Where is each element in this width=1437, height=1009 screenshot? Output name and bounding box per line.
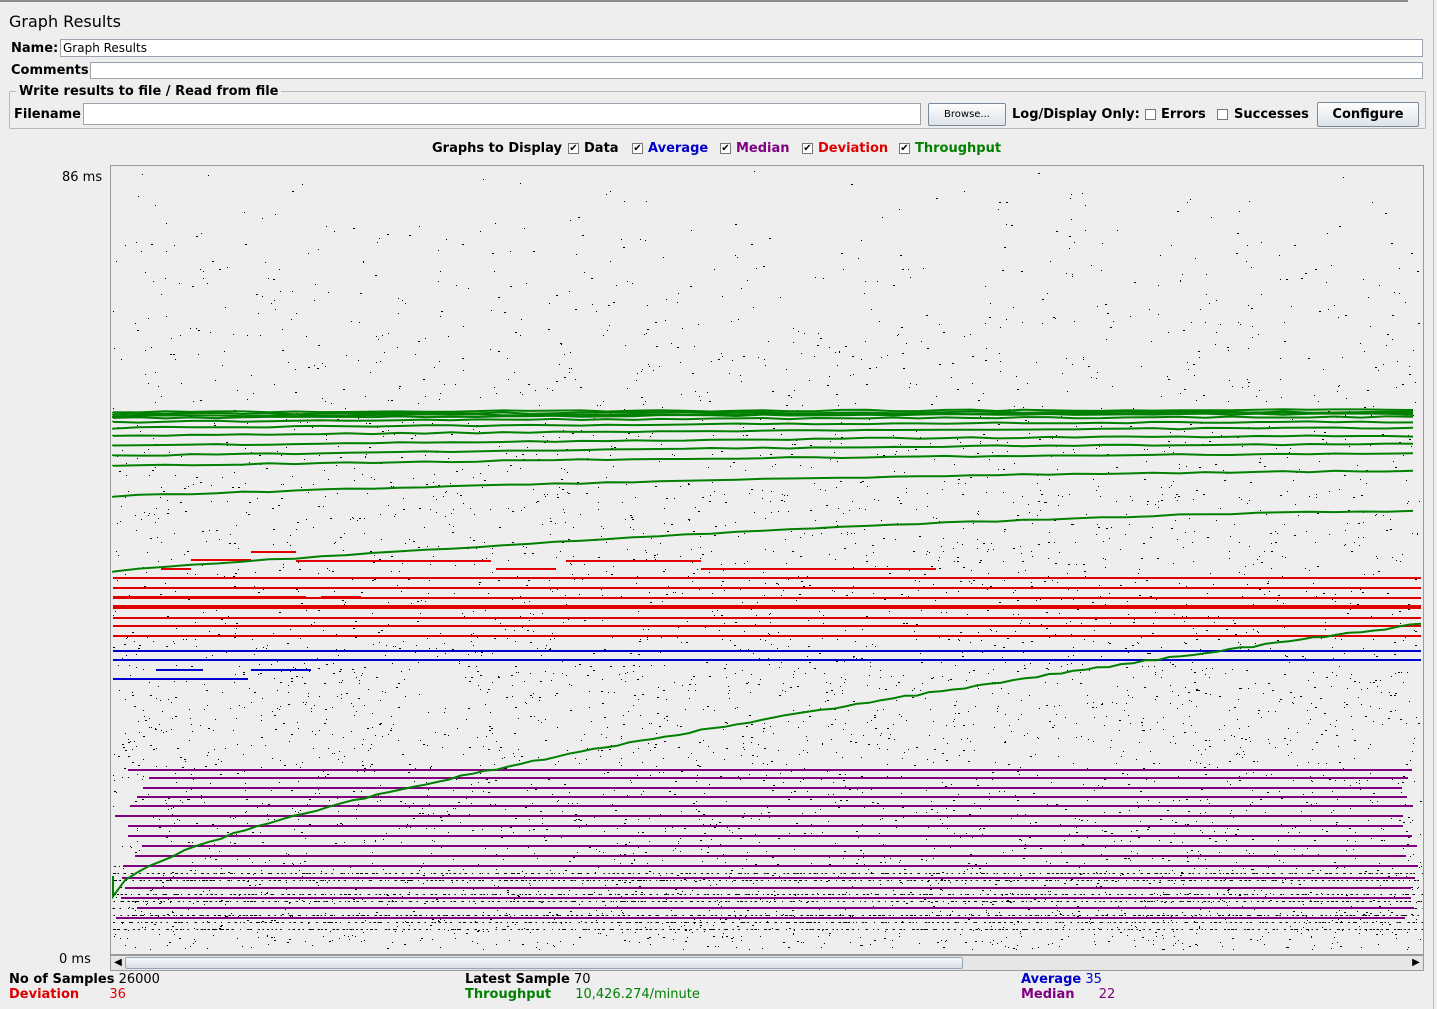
latest-sample-value: 70 bbox=[573, 972, 591, 987]
average-checkbox[interactable]: ✔ bbox=[632, 143, 643, 154]
name-label: Name: bbox=[11, 41, 59, 56]
browse-button[interactable]: Browse... bbox=[928, 103, 1006, 126]
throughput-line bbox=[112, 426, 1414, 437]
filename-input[interactable] bbox=[83, 103, 921, 125]
throughput-option-label: Throughput bbox=[915, 141, 1002, 156]
average-stat: Average 35 bbox=[1021, 972, 1102, 987]
scroll-left-icon[interactable]: ◀ bbox=[111, 956, 125, 970]
samples-value: 26000 bbox=[118, 972, 160, 987]
errors-label: Errors bbox=[1161, 107, 1206, 122]
log-display-label: Log/Display Only: bbox=[1012, 107, 1140, 122]
average-option-label: Average bbox=[648, 141, 709, 156]
file-section-title: Write results to file / Read from file bbox=[16, 84, 282, 99]
scrollbar-thumb[interactable] bbox=[125, 957, 963, 969]
deviation-option-label: Deviation bbox=[818, 141, 889, 156]
deviation-checkbox[interactable]: ✔ bbox=[802, 143, 813, 154]
samples-label: No of Samples bbox=[9, 972, 115, 987]
throughput-checkbox[interactable]: ✔ bbox=[899, 143, 910, 154]
throughput-line bbox=[112, 509, 1414, 573]
latest-sample-stat: Latest Sample 70 bbox=[465, 972, 591, 987]
name-field[interactable]: Graph Results bbox=[60, 39, 1423, 57]
median-checkbox[interactable]: ✔ bbox=[720, 143, 731, 154]
successes-label: Successes bbox=[1234, 107, 1309, 122]
configure-button[interactable]: Configure bbox=[1317, 102, 1419, 127]
deviation-stat-value: 36 bbox=[109, 987, 126, 1002]
median-stat-label: Median bbox=[1021, 987, 1075, 1002]
throughput-stat-label: Throughput bbox=[465, 987, 552, 1002]
graphs-to-display-label: Graphs to Display bbox=[432, 141, 562, 156]
y-min-label: 0 ms bbox=[59, 952, 91, 967]
scroll-right-icon[interactable]: ▶ bbox=[1409, 956, 1423, 970]
y-max-label: 86 ms bbox=[62, 170, 103, 185]
successes-checkbox[interactable] bbox=[1217, 109, 1228, 120]
window-right-border bbox=[1433, 0, 1434, 1009]
graph-canvas bbox=[112, 171, 1423, 950]
comments-label: Comments: bbox=[11, 63, 94, 78]
filename-label: Filename bbox=[14, 107, 81, 122]
throughput-stat-value: 10,426.274/minute bbox=[575, 987, 700, 1002]
average-stat-value: 35 bbox=[1085, 972, 1102, 987]
latest-sample-label: Latest Sample bbox=[465, 972, 570, 987]
deviation-stat-label: Deviation bbox=[9, 987, 80, 1002]
panel-title: Graph Results bbox=[9, 12, 121, 31]
deviation-stat: Deviation 36 bbox=[9, 987, 126, 1002]
median-stat-value: 22 bbox=[1098, 987, 1116, 1002]
median-option-label: Median bbox=[736, 141, 790, 156]
samples-stat: No of Samples 26000 bbox=[9, 972, 160, 987]
errors-checkbox[interactable] bbox=[1145, 109, 1156, 120]
graph-plot-area bbox=[110, 165, 1424, 955]
data-checkbox[interactable]: ✔ bbox=[568, 143, 579, 154]
throughput-stat: Throughput 10,426.274/minute bbox=[465, 987, 700, 1002]
horizontal-scrollbar[interactable]: ◀ ▶ bbox=[110, 955, 1424, 971]
median-stat: Median 22 bbox=[1021, 987, 1115, 1002]
throughput-line bbox=[112, 452, 1414, 467]
window-top-border bbox=[0, 0, 1408, 2]
comments-field[interactable] bbox=[90, 62, 1423, 79]
average-stat-label: Average bbox=[1021, 972, 1082, 987]
data-option-label: Data bbox=[584, 141, 619, 156]
